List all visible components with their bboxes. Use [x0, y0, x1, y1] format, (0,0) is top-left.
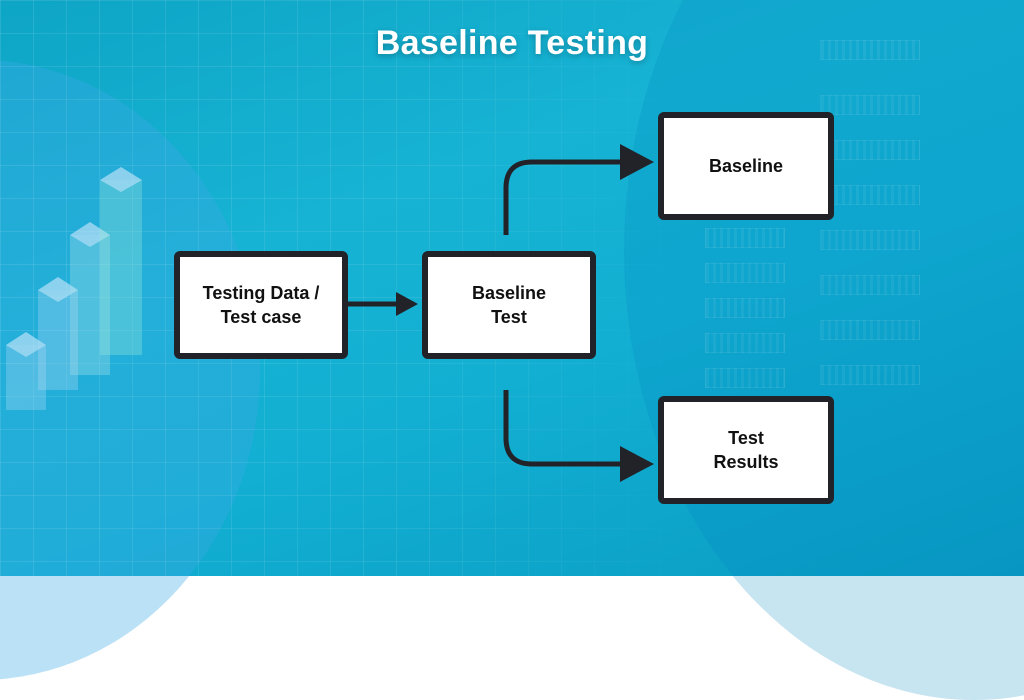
node-label: Test	[728, 428, 764, 448]
node-label: Testing Data /	[202, 283, 320, 303]
arrow-input-to-process	[346, 292, 418, 316]
node-label: Results	[713, 452, 779, 472]
node-label: Baseline	[708, 156, 784, 176]
arrow-process-to-results	[503, 390, 654, 482]
node-label: Test case	[220, 307, 302, 327]
arrow-process-to-baseline	[503, 144, 654, 235]
node-baseline: Baseline	[658, 112, 834, 220]
node-label: Baseline	[471, 283, 547, 303]
node-label: Test	[491, 307, 527, 327]
node-testing-data: Testing Data / Test case	[174, 251, 348, 359]
node-baseline-test: Baseline Test	[422, 251, 596, 359]
node-test-results: Test Results	[658, 396, 834, 504]
